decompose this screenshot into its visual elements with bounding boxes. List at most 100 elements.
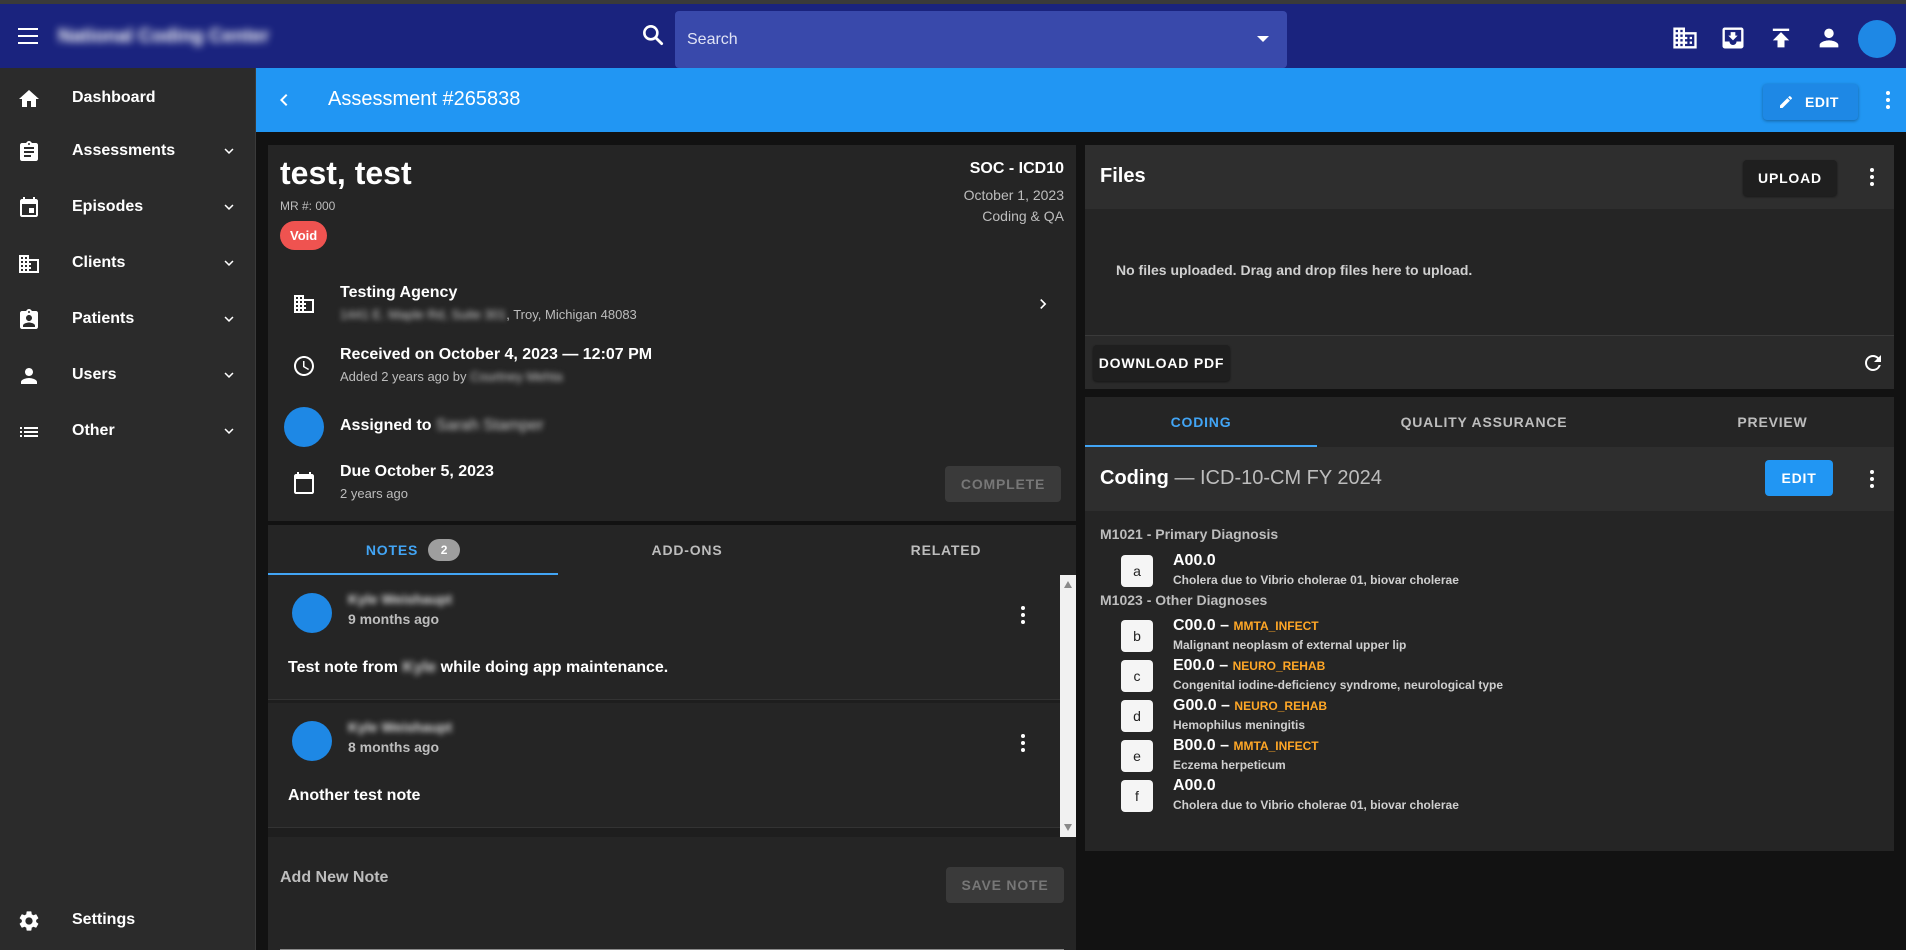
sidebar-item-patients[interactable]: Patients	[0, 295, 256, 345]
account-icon[interactable]	[1815, 24, 1843, 52]
assigned-prefix: Assigned to	[340, 417, 432, 434]
save-note-button[interactable]: SAVE NOTE	[946, 867, 1064, 903]
sidebar-item-users[interactable]: Users	[0, 351, 256, 401]
primary-diagnosis-title: M1021 - Primary Diagnosis	[1100, 526, 1279, 542]
diagnosis-row: e B00.0 – MMTA_INFECT Eczema herpeticum	[1121, 736, 1881, 776]
note-text: Another test note	[288, 787, 421, 804]
diagnosis-tag: MMTA_INFECT	[1233, 739, 1319, 753]
sidebar-item-clients[interactable]: Clients	[0, 239, 256, 289]
edit-label: EDIT	[1805, 94, 1839, 110]
tab-label: NOTES	[365, 542, 419, 558]
page-title: Assessment #265838	[328, 88, 521, 110]
tab-quality-assurance[interactable]: QUALITY ASSURANCE	[1317, 397, 1651, 447]
coding-tabs: CODING QUALITY ASSURANCE PREVIEW	[1085, 397, 1894, 447]
files-title: Files	[1100, 165, 1146, 187]
page-header: Assessment #265838 EDIT	[256, 68, 1906, 132]
diagnosis-letter: d	[1121, 700, 1153, 732]
files-dropzone-message[interactable]: No files uploaded. Drag and drop files h…	[1116, 262, 1472, 278]
more-vert-icon[interactable]	[1011, 603, 1035, 627]
diagnosis-letter: c	[1121, 660, 1153, 692]
note-text-end: while doing app maintenance.	[440, 659, 669, 676]
diagnosis-code: A00.0	[1173, 777, 1216, 794]
added-ago: Added 2 years ago by	[340, 369, 467, 384]
agency-name: Testing Agency	[340, 284, 458, 301]
sidebar-item-settings[interactable]: Settings	[0, 896, 256, 946]
search-field[interactable]	[675, 11, 1287, 68]
diagnosis-description: Eczema herpeticum	[1173, 758, 1286, 772]
sidebar-item-other[interactable]: Other	[0, 407, 256, 457]
service-type: Coding & QA	[982, 208, 1064, 224]
new-note-textarea[interactable]	[280, 913, 1064, 950]
person-icon	[21, 368, 37, 384]
refresh-icon[interactable]	[1861, 351, 1885, 375]
note-item: Kyle Weishaupt 8 months ago Another test…	[268, 703, 1060, 828]
more-vert-icon[interactable]	[1860, 467, 1884, 491]
pencil-icon	[1780, 95, 1793, 108]
app-brand[interactable]: National Coding Center	[58, 26, 269, 48]
diagnosis-code: A00.0	[1173, 552, 1216, 569]
more-vert-icon[interactable]	[1860, 165, 1884, 189]
chevron-left-icon[interactable]	[272, 88, 296, 112]
added-info: Added 2 years ago by Courtney Mehta	[340, 369, 563, 384]
diagnosis-letter: a	[1121, 555, 1153, 587]
sidebar-item-assessments[interactable]: Assessments	[0, 127, 256, 177]
menu-icon[interactable]	[18, 28, 38, 44]
scroll-up-arrow[interactable]	[1064, 581, 1072, 588]
tab-related[interactable]: RELATED	[816, 525, 1076, 575]
diagnosis-code: G00.0	[1173, 697, 1217, 714]
diagnosis-letter: e	[1121, 740, 1153, 772]
diagnosis-row: f A00.0 Cholera due to Vibrio cholerae 0…	[1121, 776, 1881, 816]
more-vert-icon[interactable]	[1876, 88, 1900, 112]
notes-scrollbar[interactable]	[1060, 575, 1076, 837]
coding-header: Coding — ICD-10-CM FY 2024 EDIT	[1085, 447, 1894, 511]
note-item: Kyle Weishaupt 9 months ago Test note fr…	[268, 575, 1060, 700]
chevron-down-icon	[224, 260, 234, 266]
sidebar-item-dashboard[interactable]: Dashboard	[0, 74, 256, 124]
calendar-icon	[20, 197, 38, 217]
sidebar-item-episodes[interactable]: Episodes	[0, 183, 256, 233]
more-vert-icon[interactable]	[1011, 731, 1035, 755]
assessment-type: SOC - ICD10	[969, 160, 1064, 177]
added-by: Courtney Mehta	[470, 369, 563, 384]
diagnosis-code-line: B00.0 – MMTA_INFECT	[1173, 737, 1319, 754]
tab-notes[interactable]: NOTES 2	[268, 525, 558, 575]
download-pdf-button[interactable]: DOWNLOAD PDF	[1093, 345, 1230, 381]
building-icon[interactable]	[1671, 24, 1699, 52]
files-header: Files UPLOAD	[1085, 145, 1894, 209]
note-author: Kyle Weishaupt	[348, 591, 452, 607]
search-input[interactable]	[687, 11, 1227, 68]
edit-assessment-button[interactable]: EDIT	[1763, 84, 1858, 120]
coding-panel: CODING QUALITY ASSURANCE PREVIEW Coding …	[1085, 397, 1894, 851]
other-diagnoses-title: M1023 - Other Diagnoses	[1100, 592, 1268, 608]
notes-list: Kyle Weishaupt 9 months ago Test note fr…	[268, 575, 1060, 837]
diagnosis-code-line: E00.0 – NEURO_REHAB	[1173, 657, 1326, 674]
upload-icon[interactable]	[1767, 24, 1795, 52]
note-author: Kyle Weishaupt	[348, 719, 452, 735]
assignee-avatar	[284, 407, 324, 447]
chevron-right-icon[interactable]	[1033, 294, 1053, 314]
note-text-name: Kyle	[402, 659, 437, 676]
complete-button[interactable]: COMPLETE	[945, 466, 1061, 502]
upload-button[interactable]: UPLOAD	[1743, 160, 1837, 196]
agency-street: 1441 E. Maple Rd, Suite 301	[340, 307, 507, 322]
scroll-down-arrow[interactable]	[1064, 824, 1072, 831]
sidebar-item-label: Assessments	[72, 142, 176, 159]
search-dropdown-icon[interactable]	[1257, 36, 1269, 42]
top-app-bar: National Coding Center	[0, 0, 1906, 68]
agency-row[interactable]: Testing Agency 1441 E. Maple Rd, Suite 3…	[268, 276, 1076, 332]
diagnosis-row: b C00.0 – MMTA_INFECT Malignant neoplasm…	[1121, 616, 1881, 656]
tab-addons[interactable]: ADD-ONS	[558, 525, 816, 575]
coding-version: — ICD-10-CM FY 2024	[1174, 467, 1382, 489]
diagnosis-code-line: C00.0 – MMTA_INFECT	[1173, 617, 1319, 634]
notes-count-badge: 2	[428, 539, 461, 562]
diagnosis-description: Malignant neoplasm of external upper lip	[1173, 638, 1407, 652]
tab-preview[interactable]: PREVIEW	[1651, 397, 1894, 447]
edit-coding-button[interactable]: EDIT	[1765, 460, 1833, 496]
download-icon[interactable]	[1719, 24, 1747, 52]
sidebar: Dashboard Assessments Episodes Clients P…	[0, 68, 256, 950]
sidebar-item-label: Settings	[72, 911, 136, 928]
tab-coding[interactable]: CODING	[1085, 397, 1317, 447]
user-avatar[interactable]	[1858, 20, 1896, 58]
note-time: 9 months ago	[348, 611, 440, 627]
diagnosis-description: Hemophilus meningitis	[1173, 718, 1306, 732]
